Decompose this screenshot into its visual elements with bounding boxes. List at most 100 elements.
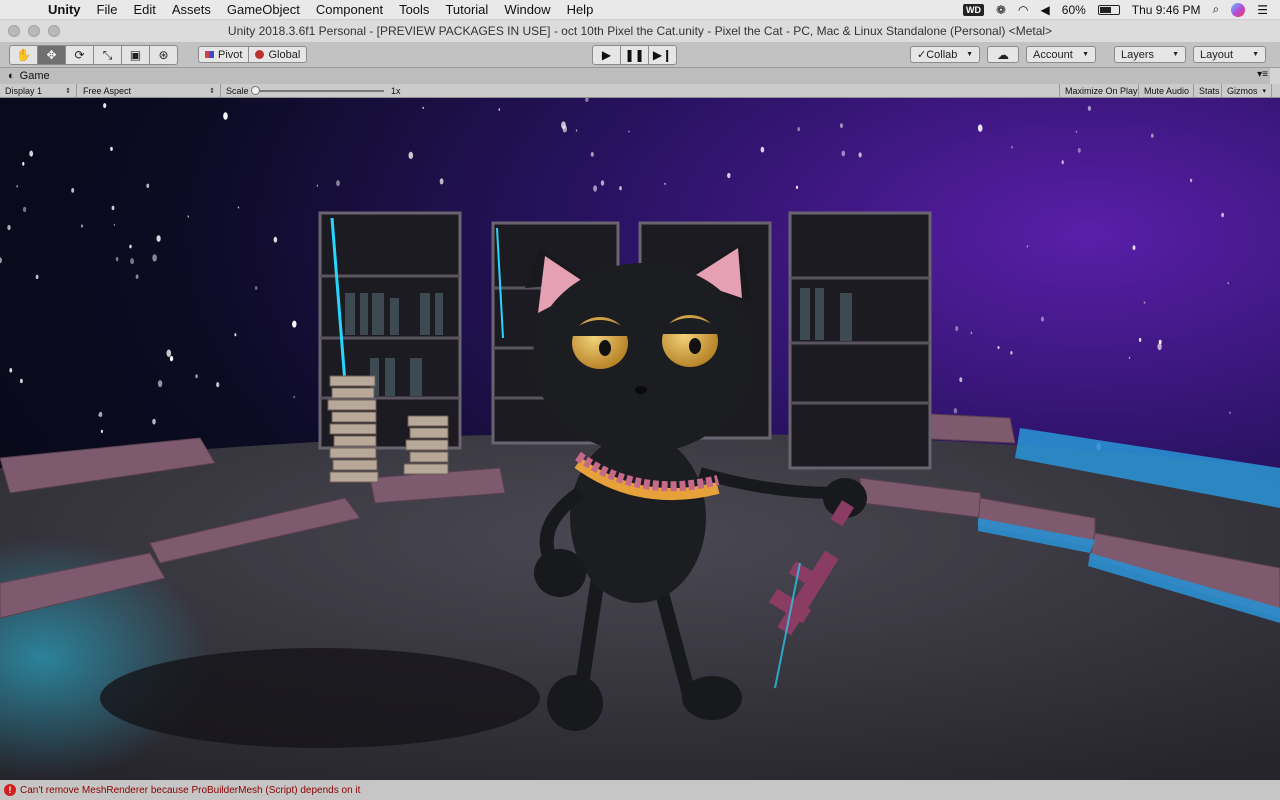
battery-percent[interactable]: 60% xyxy=(1062,3,1086,17)
menu-gameobject[interactable]: GameObject xyxy=(219,2,308,17)
wifi-icon[interactable]: ◠ xyxy=(1018,3,1028,17)
star xyxy=(81,224,83,228)
menu-edit[interactable]: Edit xyxy=(125,2,163,17)
cat-shadow xyxy=(100,648,540,748)
wd-drive-icon[interactable]: WD xyxy=(962,3,984,16)
minimize-window-button[interactable] xyxy=(28,25,40,37)
pivot-icon xyxy=(205,51,214,58)
star xyxy=(628,130,630,133)
creative-cloud-icon[interactable]: ❁ xyxy=(996,3,1006,17)
global-button[interactable]: Global xyxy=(248,46,308,63)
collab-dropdown[interactable]: ✓Collab ▼ xyxy=(910,46,980,63)
chevron-down-icon: ▼ xyxy=(1252,51,1259,58)
menu-file[interactable]: File xyxy=(89,2,126,17)
star xyxy=(970,331,973,335)
menu-tutorial[interactable]: Tutorial xyxy=(437,2,496,17)
star xyxy=(585,98,589,102)
spotlight-search-icon[interactable]: ⌕ xyxy=(1213,2,1220,17)
star xyxy=(100,429,103,433)
pivot-button[interactable]: Pivot xyxy=(198,46,250,63)
move-tool-button[interactable]: ✥ xyxy=(37,45,66,65)
star xyxy=(840,123,843,128)
star xyxy=(1157,343,1162,351)
menu-help[interactable]: Help xyxy=(559,2,602,17)
scale-label: Scale xyxy=(226,86,249,96)
cloud-services-button[interactable]: ☁ xyxy=(987,46,1019,63)
rotate-tool-button[interactable]: ⟳ xyxy=(65,45,94,65)
star xyxy=(498,108,501,111)
display-dropdown[interactable]: Display 1 ⇕ xyxy=(0,84,77,98)
star xyxy=(664,182,666,185)
scrollbar[interactable] xyxy=(1270,68,1280,84)
scale-tool-button[interactable]: ⤡ xyxy=(93,45,122,65)
game-viewport[interactable] xyxy=(0,98,1280,780)
star xyxy=(336,180,340,187)
notification-center-icon[interactable]: ☰ xyxy=(1257,3,1268,17)
star xyxy=(16,185,19,188)
menu-app-unity[interactable]: Unity xyxy=(40,2,89,17)
book-stack-right xyxy=(403,415,449,475)
star xyxy=(293,395,296,399)
star xyxy=(1143,301,1146,304)
menu-component[interactable]: Component xyxy=(308,2,391,17)
game-view-controls: Display 1 ⇕ Free Aspect ⇕ Scale 1x Maximiz… xyxy=(0,84,1280,98)
star xyxy=(273,236,278,243)
star xyxy=(292,320,297,328)
tab-game[interactable]: ◐ Game xyxy=(0,70,50,82)
star xyxy=(1221,212,1224,218)
close-window-button[interactable] xyxy=(8,25,20,37)
star xyxy=(796,185,798,189)
star xyxy=(157,380,163,388)
star xyxy=(1040,316,1045,322)
star xyxy=(223,112,228,120)
tab-menu-icon[interactable]: ▾≡ xyxy=(1257,69,1268,80)
chevron-down-icon: ▼ xyxy=(1172,51,1179,58)
updown-arrow-icon: ⇕ xyxy=(65,88,71,95)
star xyxy=(575,129,578,132)
star xyxy=(1151,133,1154,138)
aspect-dropdown[interactable]: Free Aspect ⇕ xyxy=(78,84,221,98)
star xyxy=(152,254,157,262)
transform-tool-button[interactable]: ⊛ xyxy=(149,45,178,65)
star xyxy=(234,333,237,337)
maximize-on-play-toggle[interactable]: Maximize On Play xyxy=(1059,84,1139,98)
clock[interactable]: Thu 9:46 PM xyxy=(1132,3,1201,17)
volume-icon[interactable]: ◀ xyxy=(1041,3,1050,17)
pivot-global-toggle: Pivot Global xyxy=(198,46,308,63)
step-button[interactable]: ▶❙ xyxy=(648,45,677,65)
pause-button[interactable]: ❚❚ xyxy=(620,45,649,65)
account-dropdown[interactable]: Account ▼ xyxy=(1026,46,1096,63)
play-button[interactable]: ▶ xyxy=(592,45,621,65)
macos-menu-bar: Unity File Edit Assets GameObject Compon… xyxy=(0,0,1280,20)
siri-icon[interactable] xyxy=(1231,2,1246,17)
star xyxy=(146,183,150,188)
gizmos-dropdown[interactable]: Gizmos ▾ xyxy=(1222,84,1272,98)
star xyxy=(1061,160,1064,165)
menu-tools[interactable]: Tools xyxy=(391,2,437,17)
menu-window[interactable]: Window xyxy=(496,2,558,17)
console-status-bar[interactable]: ! Can't remove MeshRenderer because ProB… xyxy=(0,780,1280,800)
star xyxy=(135,274,139,279)
star xyxy=(600,180,605,186)
star xyxy=(439,178,444,185)
scale-slider-track[interactable] xyxy=(256,90,384,92)
scale-slider-handle[interactable] xyxy=(251,86,260,95)
zoom-window-button[interactable] xyxy=(48,25,60,37)
stats-toggle[interactable]: Stats xyxy=(1194,84,1222,98)
hand-tool-button[interactable]: ✋ xyxy=(9,45,38,65)
mute-audio-toggle[interactable]: Mute Audio xyxy=(1139,84,1194,98)
star xyxy=(797,127,800,132)
star xyxy=(959,377,963,383)
scale-value: 1x xyxy=(391,86,401,96)
layout-dropdown[interactable]: Layout ▼ xyxy=(1193,46,1266,63)
star xyxy=(858,152,862,158)
star xyxy=(955,325,959,332)
star xyxy=(760,146,765,153)
menu-assets[interactable]: Assets xyxy=(164,2,219,17)
layers-dropdown[interactable]: Layers ▼ xyxy=(1114,46,1186,63)
rect-tool-button[interactable]: ▣ xyxy=(121,45,150,65)
battery-icon[interactable] xyxy=(1097,4,1120,15)
chevron-down-icon: ▼ xyxy=(966,51,973,58)
star xyxy=(1011,145,1013,149)
star xyxy=(619,186,622,191)
